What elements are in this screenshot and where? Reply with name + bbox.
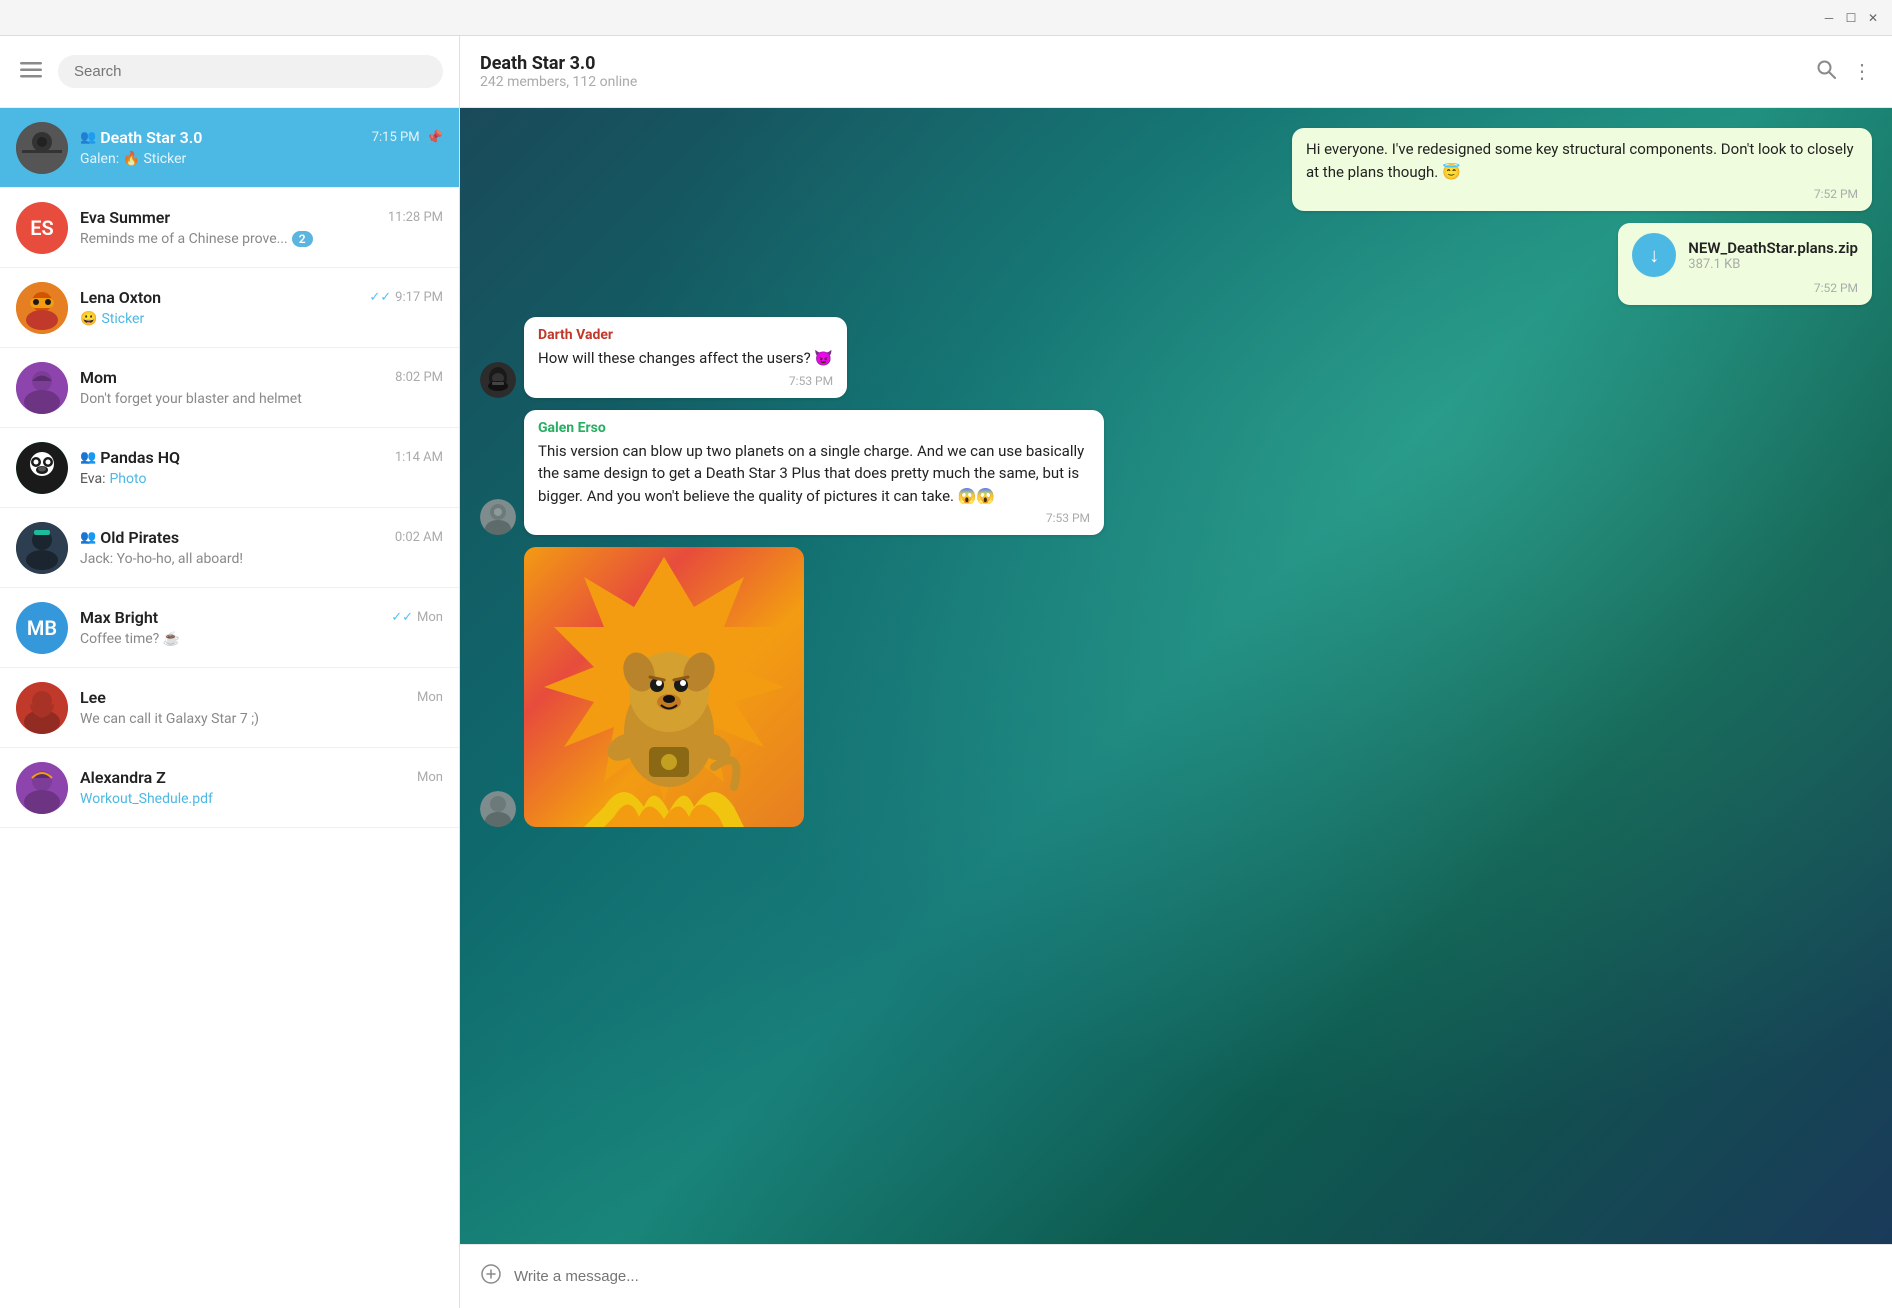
chat-item-pandas-hq[interactable]: 👥 Pandas HQ 1:14 AM Eva: Photo [0, 428, 459, 508]
message-sent-1: Hi everyone. I've redesigned some key st… [480, 128, 1872, 211]
double-tick-icon: ✓✓ [369, 290, 391, 305]
download-icon[interactable]: ↓ [1632, 233, 1676, 277]
group-icon: 👥 [80, 130, 96, 145]
chat-info-max-bright: Max Bright ✓✓ Mon Coffee time? ☕ [80, 608, 443, 647]
attach-button[interactable] [480, 1263, 502, 1291]
app-container: 👥 Death Star 3.0 7:15 PM 📌 Galen: 🔥 Stic… [0, 36, 1892, 1308]
chat-header: Death Star 3.0 242 members, 112 online ⋮ [460, 36, 1892, 108]
sidebar: 👥 Death Star 3.0 7:15 PM 📌 Galen: 🔥 Stic… [0, 36, 460, 1308]
messages-area: Hi everyone. I've redesigned some key st… [460, 108, 1892, 1244]
file-info: NEW_DeathStar.plans.zip 387.1 KB [1688, 239, 1858, 272]
message-text: This version can blow up two planets on … [538, 440, 1090, 508]
sender-name-darth: Darth Vader [538, 327, 833, 343]
message-time: 7:52 PM [1306, 187, 1858, 201]
message-text: How will these changes affect the users?… [538, 347, 833, 370]
message-time: 7:53 PM [538, 374, 833, 388]
avatar-eva-summer: ES [16, 202, 68, 254]
message-time: 7:52 PM [1632, 281, 1858, 295]
chat-item-eva-summer[interactable]: ES Eva Summer 11:28 PM Reminds me of a C… [0, 188, 459, 268]
chat-info-lee: Lee Mon We can call it Galaxy Star 7 ;) [80, 688, 443, 727]
message-received-3: Darth Vader How will these changes affec… [480, 317, 1872, 398]
message-input[interactable] [514, 1268, 1872, 1285]
sticker-svg [524, 547, 804, 827]
avatar-sticker-sender [480, 791, 516, 827]
avatar-death-star [16, 122, 68, 174]
group-icon: 👥 [80, 450, 96, 465]
message-time: 7:53 PM [538, 511, 1090, 525]
chat-header-title: Death Star 3.0 [480, 53, 1800, 74]
avatar-lena-oxton [16, 282, 68, 334]
pinned-icon: 📌 [426, 130, 443, 146]
unread-badge: 2 [292, 231, 313, 247]
search-button[interactable] [1816, 59, 1836, 84]
message-sent-2: ↓ NEW_DeathStar.plans.zip 387.1 KB 7:52 … [480, 223, 1872, 305]
file-attachment: ↓ NEW_DeathStar.plans.zip 387.1 KB [1632, 233, 1858, 277]
sidebar-header [0, 36, 459, 108]
sender-name-galen: Galen Erso [538, 420, 1090, 436]
chat-header-info: Death Star 3.0 242 members, 112 online [480, 53, 1800, 90]
window-chrome: ─ ☐ ✕ [0, 0, 1892, 36]
chat-name-label: Death Star 3.0 [100, 128, 202, 147]
chat-time: 7:15 PM [372, 130, 420, 145]
group-icon: 👥 [80, 530, 96, 545]
chat-info-old-pirates: 👥 Old Pirates 0:02 AM Jack: Yo-ho-ho, al… [80, 528, 443, 567]
chat-list: 👥 Death Star 3.0 7:15 PM 📌 Galen: 🔥 Stic… [0, 108, 459, 1308]
chat-item-alexandra-z[interactable]: Alexandra Z Mon Workout_Shedule.pdf [0, 748, 459, 828]
chat-item-mom[interactable]: Mom 8:02 PM Don't forget your blaster an… [0, 348, 459, 428]
avatar-darth-vader [480, 362, 516, 398]
search-input[interactable] [58, 55, 443, 88]
chat-info-lena-oxton: Lena Oxton ✓✓ 9:17 PM 😀 Sticker [80, 288, 443, 327]
chat-item-lee[interactable]: Lee Mon We can call it Galaxy Star 7 ;) [0, 668, 459, 748]
menu-button[interactable] [16, 58, 46, 86]
sticker-message [480, 547, 1872, 827]
chat-item-death-star[interactable]: 👥 Death Star 3.0 7:15 PM 📌 Galen: 🔥 Stic… [0, 108, 459, 188]
message-text: Hi everyone. I've redesigned some key st… [1306, 138, 1858, 183]
more-options-button[interactable]: ⋮ [1852, 59, 1872, 84]
file-name: NEW_DeathStar.plans.zip [1688, 239, 1858, 257]
message-bubble-received-galen: Galen Erso This version can blow up two … [524, 410, 1104, 536]
avatar-old-pirates [16, 522, 68, 574]
chat-info-alexandra-z: Alexandra Z Mon Workout_Shedule.pdf [80, 768, 443, 807]
message-bubble-received: Darth Vader How will these changes affec… [524, 317, 847, 398]
message-bubble-file: ↓ NEW_DeathStar.plans.zip 387.1 KB 7:52 … [1618, 223, 1872, 305]
chat-preview: Galen: 🔥 Sticker [80, 151, 443, 167]
message-input-area [460, 1244, 1892, 1308]
chat-item-old-pirates[interactable]: 👥 Old Pirates 0:02 AM Jack: Yo-ho-ho, al… [0, 508, 459, 588]
file-size: 387.1 KB [1688, 257, 1858, 272]
chat-info-death-star: 👥 Death Star 3.0 7:15 PM 📌 Galen: 🔥 Stic… [80, 128, 443, 167]
minimize-button[interactable]: ─ [1822, 11, 1836, 25]
maximize-button[interactable]: ☐ [1844, 11, 1858, 25]
avatar-galen-erso [480, 499, 516, 535]
double-tick-icon: ✓✓ [391, 610, 413, 625]
header-actions: ⋮ [1816, 59, 1872, 84]
avatar-alexandra-z [16, 762, 68, 814]
sticker-image [524, 547, 804, 827]
chat-area: Death Star 3.0 242 members, 112 online ⋮ [460, 36, 1892, 1308]
chat-item-lena-oxton[interactable]: Lena Oxton ✓✓ 9:17 PM 😀 Sticker [0, 268, 459, 348]
avatar-lee [16, 682, 68, 734]
close-button[interactable]: ✕ [1866, 11, 1880, 25]
chat-item-max-bright[interactable]: MB Max Bright ✓✓ Mon Coffee time? ☕ [0, 588, 459, 668]
message-bubble-sent: Hi everyone. I've redesigned some key st… [1292, 128, 1872, 211]
avatar-max-bright: MB [16, 602, 68, 654]
chat-info-eva-summer: Eva Summer 11:28 PM Reminds me of a Chin… [80, 208, 443, 247]
message-received-4: Galen Erso This version can blow up two … [480, 410, 1872, 536]
avatar-mom [16, 362, 68, 414]
chat-info-pandas-hq: 👥 Pandas HQ 1:14 AM Eva: Photo [80, 448, 443, 487]
avatar-pandas-hq [16, 442, 68, 494]
chat-info-mom: Mom 8:02 PM Don't forget your blaster an… [80, 368, 443, 407]
chat-header-subtitle: 242 members, 112 online [480, 74, 1800, 90]
